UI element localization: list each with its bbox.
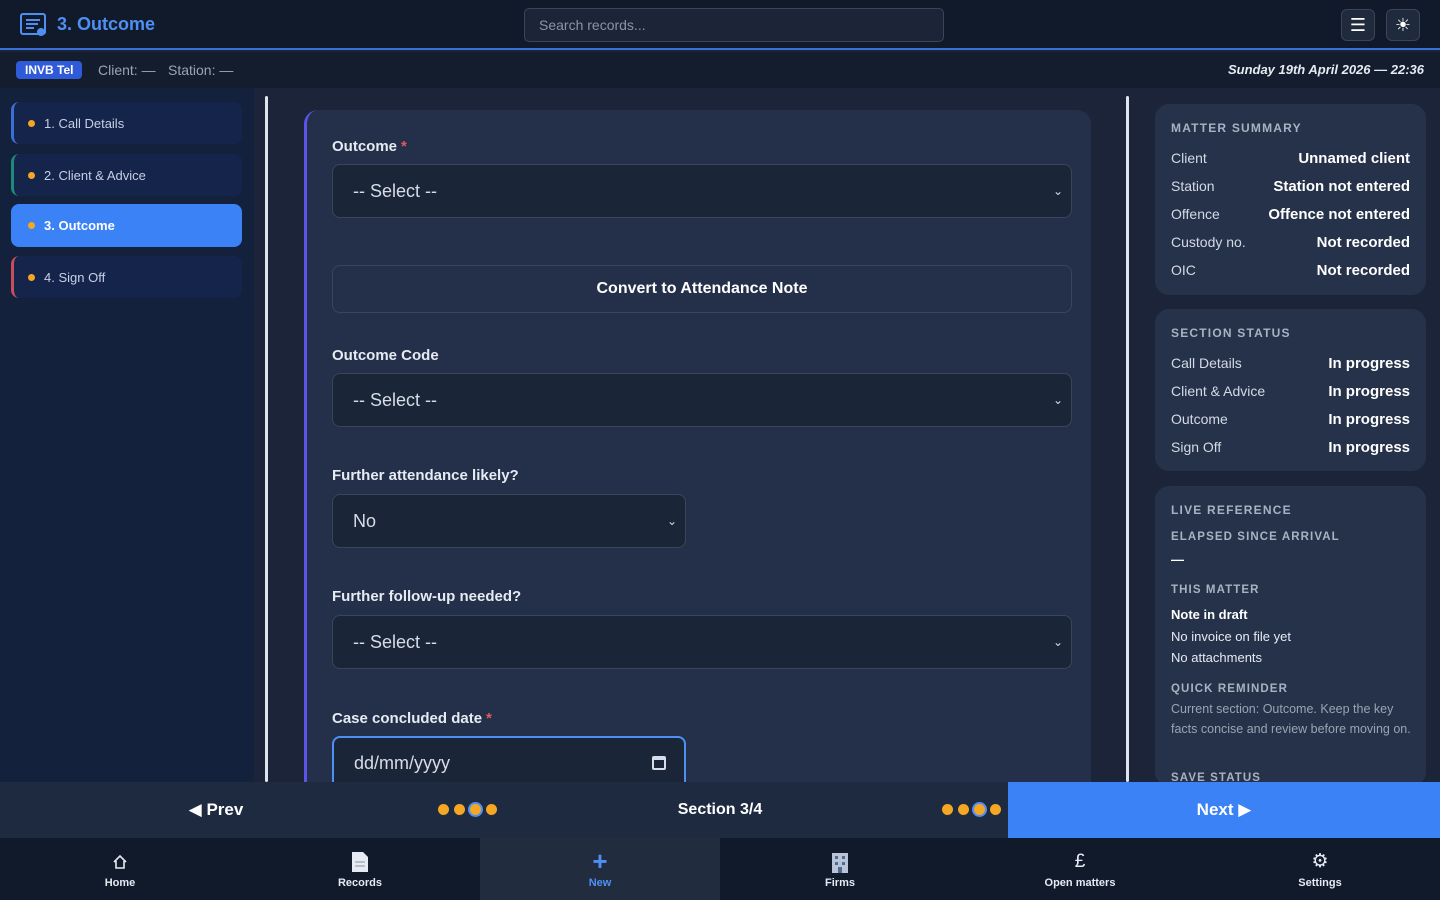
progress-dot-current xyxy=(974,804,985,815)
document-icon xyxy=(351,850,369,874)
bottom-nav-firms[interactable]: Firms xyxy=(720,838,960,900)
sidebar-item-label: 2. Client & Advice xyxy=(44,167,146,183)
progress-dots xyxy=(942,804,1001,815)
prev-button[interactable]: ◀ Prev xyxy=(0,782,432,838)
sidebar-item-label: 1. Call Details xyxy=(44,115,125,131)
chevron-down-icon: ⌄ xyxy=(1052,635,1063,649)
sidebar-item-outcome[interactable]: 3. Outcome xyxy=(11,204,242,247)
progress-dots xyxy=(438,804,497,815)
panel-title: MATTER SUMMARY xyxy=(1171,121,1302,135)
further-attendance-label: Further attendance likely? xyxy=(332,467,519,484)
sidebar-item-label: 3. Outcome xyxy=(44,218,115,233)
plus-icon: + xyxy=(592,846,608,876)
bottom-nav-new[interactable]: + New xyxy=(480,838,720,900)
sidebar-item-client-advice[interactable]: 2. Client & Advice xyxy=(11,154,242,196)
section-sidebar: 1. Call Details 2. Client & Advice 3. Ou… xyxy=(0,88,254,782)
summary-row: Station Station not entered xyxy=(1171,178,1410,195)
followup-label: Further follow-up needed? xyxy=(332,588,522,605)
bottom-nav-open-matters[interactable]: £ Open matters xyxy=(960,838,1200,900)
next-button[interactable]: Next ▶ xyxy=(1008,782,1440,838)
right-divider xyxy=(1126,96,1129,782)
panel-title: SECTION STATUS xyxy=(1171,326,1291,340)
further-attendance-select[interactable]: No ⌄ xyxy=(332,494,686,548)
matter-line: Note in draft xyxy=(1171,607,1248,622)
elapsed-value: — xyxy=(1171,552,1184,567)
progress-dot xyxy=(438,804,449,815)
sidebar-item-call-details[interactable]: 1. Call Details xyxy=(11,102,242,144)
section-indicator: Section 3/4 xyxy=(677,801,763,818)
panel-title: LIVE REFERENCE xyxy=(1171,503,1292,517)
chevron-down-icon: ⌄ xyxy=(1052,393,1063,407)
further-attendance-select-value: No xyxy=(353,510,377,531)
sun-icon: ☀ xyxy=(1394,14,1412,35)
page-title: 3. Outcome xyxy=(57,14,156,34)
concluded-date-label: Case concluded date * xyxy=(332,710,492,727)
matter-line: No invoice on file yet xyxy=(1171,629,1291,644)
status-row: Call Details In progress xyxy=(1171,355,1410,372)
date-placeholder: dd/mm/yyyy xyxy=(354,752,451,773)
gear-icon: ⚙ xyxy=(1311,851,1329,872)
bottom-nav-home[interactable]: Home xyxy=(0,838,240,900)
outcome-select[interactable]: -- Select -- ⌄ xyxy=(332,164,1072,218)
matter-summary-panel: MATTER SUMMARY Client Unnamed client Stat… xyxy=(1155,104,1426,295)
reminder-title: QUICK REMINDER xyxy=(1171,683,1288,695)
search-input[interactable] xyxy=(524,8,944,42)
status-dot xyxy=(28,171,35,179)
section-navigation-bar: ◀ Prev Section 3/4 Next ▶ xyxy=(0,782,1440,838)
outcome-code-select[interactable]: -- Select -- ⌄ xyxy=(332,373,1072,427)
building-icon xyxy=(829,850,851,874)
progress-dot xyxy=(486,804,497,815)
summary-row: Offence Offence not entered xyxy=(1171,206,1410,223)
summary-row: Custody no. Not recorded xyxy=(1171,234,1410,251)
sidebar-item-label: 4. Sign Off xyxy=(44,269,106,285)
outcome-label: Outcome * xyxy=(332,138,407,155)
menu-button[interactable]: ☰ xyxy=(1341,9,1375,41)
matter-type-badge: INVB Tel xyxy=(16,61,83,79)
calendar-icon[interactable] xyxy=(652,756,666,770)
progress-dot xyxy=(942,804,953,815)
section-status-panel: SECTION STATUS Call Details In progress C… xyxy=(1155,309,1426,471)
summary-row: Client Unnamed client xyxy=(1171,150,1410,167)
summary-row: OIC Not recorded xyxy=(1171,262,1410,279)
chevron-down-icon: ⌄ xyxy=(1052,184,1063,198)
app-logo-icon xyxy=(20,13,46,36)
status-dot xyxy=(28,222,35,229)
status-row: Client & Advice In progress xyxy=(1171,383,1410,400)
outcome-form-card: Outcome * -- Select -- ⌄ Convert to Atten… xyxy=(304,110,1091,810)
outcome-select-value: -- Select -- xyxy=(353,180,438,201)
followup-select-value: -- Select -- xyxy=(353,631,438,652)
matter-line: No attachments xyxy=(1171,650,1263,665)
theme-toggle-button[interactable]: ☀ xyxy=(1386,9,1420,41)
station-meta: Station: — xyxy=(168,62,234,78)
bottom-nav-settings[interactable]: ⚙ Settings xyxy=(1200,838,1440,900)
followup-select[interactable]: -- Select -- ⌄ xyxy=(332,615,1072,669)
top-bar: 3. Outcome ☰ ☀ xyxy=(0,0,1440,50)
progress-dot xyxy=(958,804,969,815)
reminder-text: Current section: Outcome. Keep the key f… xyxy=(1171,702,1411,736)
context-bar: INVB Tel Client: — Station: — Sunday 19t… xyxy=(0,52,1440,88)
status-dot xyxy=(28,119,35,127)
status-row: Outcome In progress xyxy=(1171,411,1410,428)
elapsed-title: ELAPSED SINCE ARRIVAL xyxy=(1171,531,1340,543)
hamburger-icon: ☰ xyxy=(1349,14,1367,35)
outcome-code-select-value: -- Select -- xyxy=(353,389,438,410)
outcome-code-label: Outcome Code xyxy=(332,347,439,364)
left-divider xyxy=(265,96,268,782)
convert-to-attendance-note-button[interactable]: Convert to Attendance Note xyxy=(332,265,1072,313)
matter-title: THIS MATTER xyxy=(1171,584,1260,596)
client-meta: Client: — xyxy=(98,62,156,78)
live-reference-panel: LIVE REFERENCE ELAPSED SINCE ARRIVAL — T… xyxy=(1155,486,1426,786)
current-datetime: Sunday 19th April 2026 — 22:36 xyxy=(1227,62,1424,77)
bottom-navigation: Home Records + New Firms £ Open matters … xyxy=(0,838,1440,900)
chevron-down-icon: ⌄ xyxy=(666,514,677,528)
progress-dot-current xyxy=(470,804,481,815)
status-dot xyxy=(28,273,35,281)
progress-dot xyxy=(454,804,465,815)
bottom-nav-records[interactable]: Records xyxy=(240,838,480,900)
status-row: Sign Off In progress xyxy=(1171,439,1410,456)
home-icon xyxy=(112,850,128,874)
sidebar-item-sign-off[interactable]: 4. Sign Off xyxy=(11,256,242,298)
progress-dot xyxy=(990,804,1001,815)
pound-icon: £ xyxy=(1074,850,1086,872)
